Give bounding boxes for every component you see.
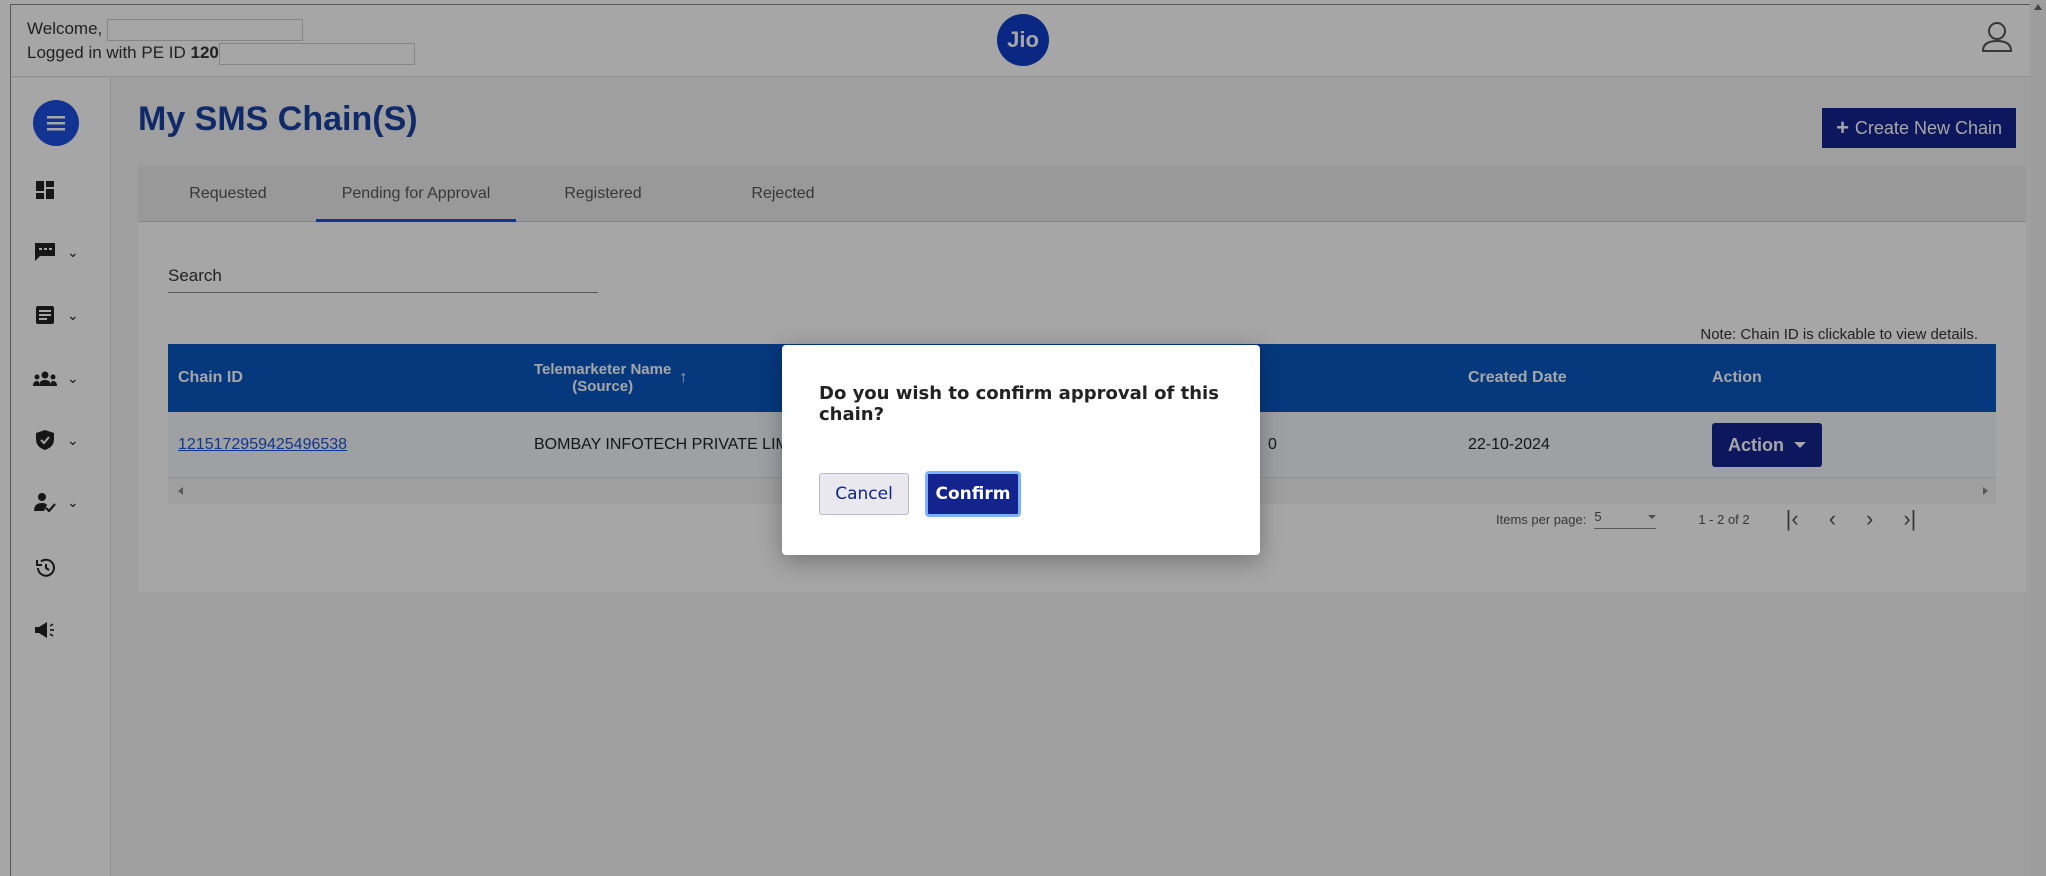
confirm-approval-dialog: Do you wish to confirm approval of this … bbox=[782, 345, 1260, 555]
cancel-button[interactable]: Cancel bbox=[819, 473, 909, 515]
confirm-button[interactable]: Confirm bbox=[925, 471, 1021, 517]
dialog-message: Do you wish to confirm approval of this … bbox=[819, 383, 1219, 425]
